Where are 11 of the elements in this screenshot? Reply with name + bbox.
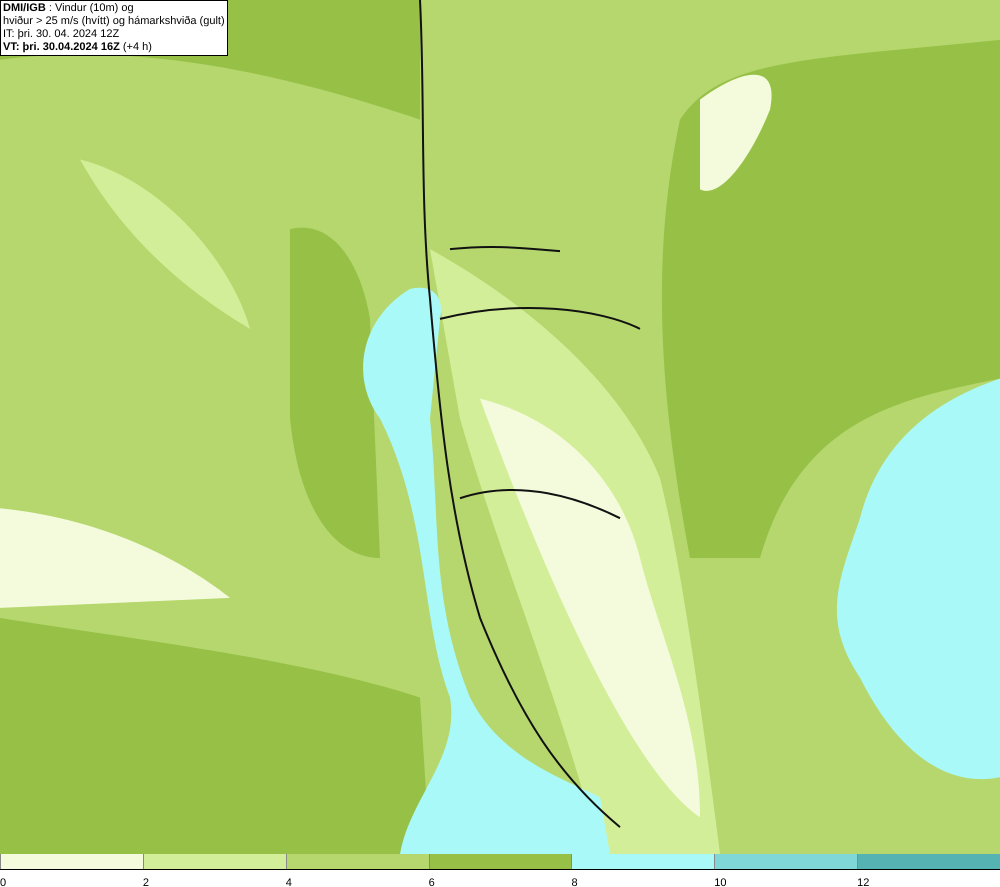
legend-label: 12 [857, 877, 870, 887]
title-line: VT: þri. 30.04.2024 16Z (+4 h) [3, 41, 153, 54]
title-line: IT: þri. 30. 04. 2024 12Z [3, 28, 120, 41]
legend-label: 6 [428, 877, 435, 887]
title-line: DMI/IGB : Vindur (10m) og [3, 2, 135, 15]
legend-label: 8 [571, 877, 578, 887]
title-line: hviður > 25 m/s (hvítt) og hámarkshviða (gult) [3, 15, 225, 28]
legend-label: 4 [286, 877, 292, 887]
legend-label: 10 [714, 877, 727, 887]
legend-label: 2 [142, 877, 149, 887]
legend-label: 0 [0, 877, 6, 887]
